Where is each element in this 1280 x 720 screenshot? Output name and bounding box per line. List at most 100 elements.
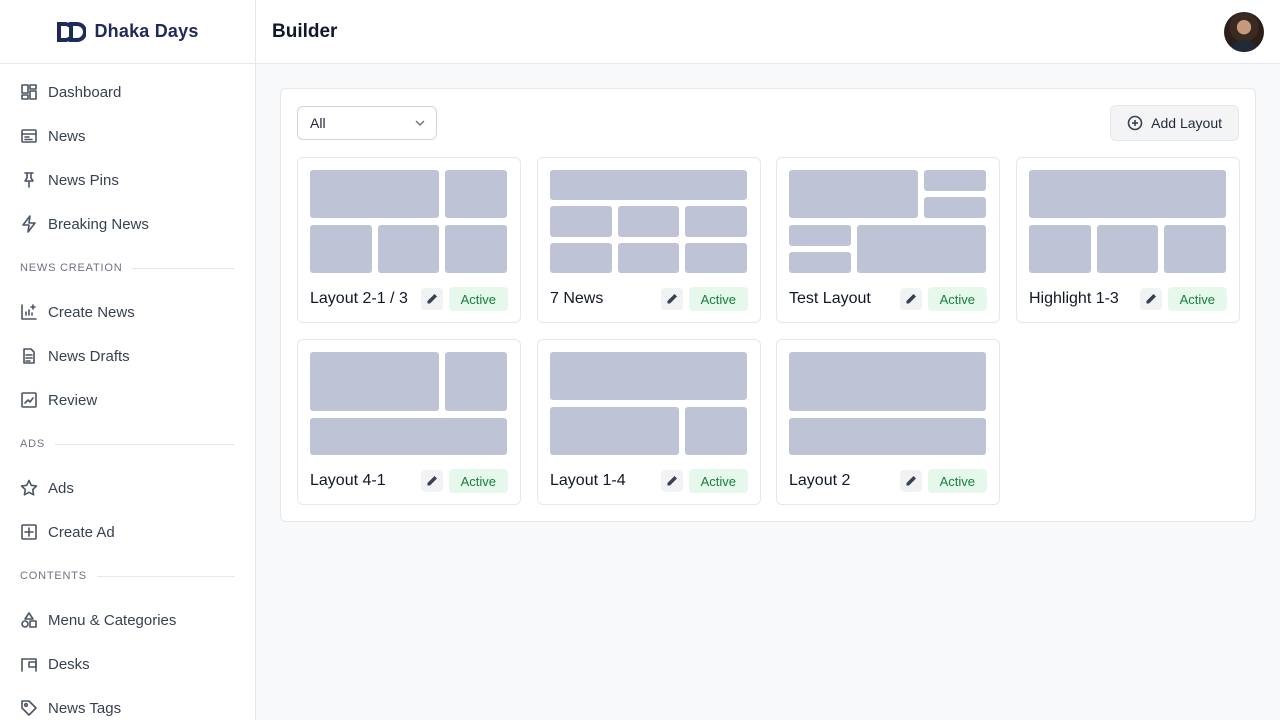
layout-card[interactable]: Layout 2-1 / 3 Active (297, 157, 521, 323)
layout-card[interactable]: Test Layout Active (776, 157, 1000, 323)
sidebar-item-breaking-news[interactable]: Breaking News (0, 202, 255, 246)
sidebar-item-label: Review (48, 391, 98, 409)
divider (96, 575, 235, 577)
chart-plus-icon (20, 303, 38, 321)
sidebar-item-label: Create News (48, 303, 135, 321)
sidebar-item-menu-categories[interactable]: Menu & Categories (0, 598, 255, 642)
sidebar-item-label: Create Ad (48, 523, 115, 541)
sidebar-item-label: News Drafts (48, 347, 130, 365)
layout-preview (310, 352, 508, 456)
status-badge: Active (927, 287, 987, 311)
tag-icon (20, 699, 38, 717)
preview-block (924, 197, 986, 218)
sidebar-item-news-tags[interactable]: News Tags (0, 686, 255, 720)
sidebar: Dhaka Days Dashboard News News Pins Brea… (0, 0, 256, 720)
section-header-contents: CONTENTS (0, 554, 255, 598)
document-icon (20, 347, 38, 365)
preview-block (1164, 225, 1226, 273)
sidebar-item-news-drafts[interactable]: News Drafts (0, 334, 255, 378)
card-footer: Test Layout Active (789, 286, 987, 312)
section-title: CONTENTS (20, 570, 87, 582)
add-layout-button[interactable]: Add Layout (1110, 105, 1239, 141)
edit-layout-button[interactable] (1139, 288, 1162, 310)
layout-preview (550, 352, 748, 456)
pencil-icon (1146, 294, 1156, 304)
layout-title: Test Layout (789, 290, 871, 307)
layout-title: Layout 2 (789, 472, 851, 489)
sidebar-item-news-pins[interactable]: News Pins (0, 158, 255, 202)
layout-card[interactable]: Layout 2 Active (776, 339, 1000, 505)
layout-preview (789, 170, 987, 274)
preview-block (1097, 225, 1158, 273)
brand[interactable]: Dhaka Days (0, 0, 255, 64)
sidebar-item-label: Breaking News (48, 215, 149, 233)
layout-card[interactable]: Highlight 1-3 Active (1016, 157, 1240, 323)
add-layout-label: Add Layout (1151, 115, 1222, 131)
layout-card[interactable]: Layout 1-4 Active (537, 339, 761, 505)
edit-layout-button[interactable] (899, 470, 922, 492)
edit-layout-button[interactable] (660, 470, 683, 492)
edit-layout-button[interactable] (420, 288, 443, 310)
plus-square-icon (20, 523, 38, 541)
status-badge: Active (688, 287, 748, 311)
preview-block (685, 243, 747, 273)
sidebar-item-label: News (48, 127, 86, 145)
layout-preview (310, 170, 508, 274)
sidebar-item-dashboard[interactable]: Dashboard (0, 70, 255, 114)
edit-layout-button[interactable] (420, 470, 443, 492)
sidebar-item-news[interactable]: News (0, 114, 255, 158)
pencil-icon (667, 294, 677, 304)
sidebar-item-ads[interactable]: Ads (0, 466, 255, 510)
preview-block (1029, 225, 1091, 273)
dashboard-icon (20, 83, 38, 101)
preview-block (789, 252, 851, 273)
preview-block (789, 170, 918, 218)
builder-panel: All Add Layout Layout 2-1 / 3 Active 7 N… (280, 88, 1256, 522)
edit-layout-button[interactable] (660, 288, 683, 310)
sidebar-item-desks[interactable]: Desks (0, 642, 255, 686)
layout-card[interactable]: Layout 4-1 Active (297, 339, 521, 505)
preview-block (310, 352, 439, 411)
filter-value: All (310, 115, 326, 131)
edit-layout-button[interactable] (899, 288, 922, 310)
lightning-icon (20, 215, 38, 233)
preview-block (1029, 170, 1226, 218)
sidebar-nav: Dashboard News News Pins Breaking News N… (0, 64, 255, 720)
layout-filter-select[interactable]: All (297, 106, 437, 140)
sidebar-item-label: Dashboard (48, 83, 122, 101)
review-icon (20, 391, 38, 409)
preview-block (789, 225, 851, 246)
preview-block (924, 170, 986, 191)
sidebar-item-create-ad[interactable]: Create Ad (0, 510, 255, 554)
sidebar-item-review[interactable]: Review (0, 378, 255, 422)
pencil-icon (427, 294, 437, 304)
newspaper-icon (20, 127, 38, 145)
status-badge: Active (448, 287, 508, 311)
preview-block (618, 243, 679, 273)
layout-preview (1029, 170, 1227, 274)
status-badge: Active (448, 469, 508, 493)
layout-title: Highlight 1-3 (1029, 290, 1119, 307)
layout-title: Layout 2-1 / 3 (310, 290, 408, 307)
preview-block (550, 243, 612, 273)
layout-card[interactable]: 7 News Active (537, 157, 761, 323)
star-icon (20, 479, 38, 497)
pin-icon (20, 171, 38, 189)
sidebar-item-label: News Pins (48, 171, 119, 189)
user-avatar[interactable] (1224, 12, 1264, 52)
shapes-icon (20, 611, 38, 629)
layout-preview (550, 170, 748, 274)
card-footer: 7 News Active (550, 286, 748, 312)
preview-block (445, 170, 507, 218)
layout-title: Layout 1-4 (550, 472, 626, 489)
sidebar-item-create-news[interactable]: Create News (0, 290, 255, 334)
card-footer: Layout 2-1 / 3 Active (310, 286, 508, 312)
sidebar-item-label: Desks (48, 655, 90, 673)
pencil-icon (427, 476, 437, 486)
divider (55, 443, 235, 445)
section-header-ads: ADS (0, 422, 255, 466)
preview-block (550, 407, 679, 455)
preview-block (550, 170, 747, 200)
sidebar-item-label: News Tags (48, 699, 122, 717)
card-footer: Layout 1-4 Active (550, 468, 748, 494)
